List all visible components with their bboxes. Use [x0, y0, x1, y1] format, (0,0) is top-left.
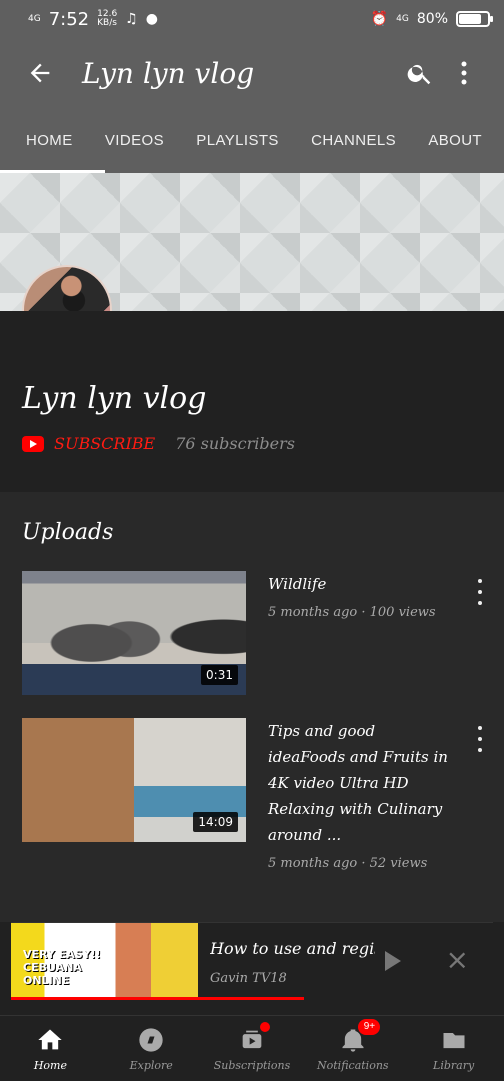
video-thumbnail[interactable]: 0:31 [22, 571, 246, 695]
channel-name: Lyn lyn vlog [22, 381, 207, 416]
battery-percent: 80% [416, 11, 448, 27]
right-network-indicator: 4G [396, 13, 409, 24]
video-meta: Wildlife 5 months ago · 100 views [268, 571, 453, 620]
more-dot-icon [478, 601, 482, 605]
video-duration: 0:31 [201, 665, 238, 685]
video-list-item[interactable]: 0:31 Wildlife 5 months ago · 100 views [22, 571, 492, 695]
youtube-icon [22, 435, 44, 452]
data-speed: 12.6 KB/s [97, 9, 118, 28]
subscriptions-badge [259, 1022, 270, 1032]
network-indicator: 4G [28, 13, 41, 24]
tab-playlists[interactable]: PLAYLISTS [196, 108, 279, 173]
close-icon[interactable]: × [446, 943, 469, 976]
video-more-button[interactable] [472, 579, 488, 605]
tab-channels[interactable]: CHANNELS [311, 108, 396, 173]
battery-icon [456, 11, 493, 27]
page-title: Lyn lyn vlog [82, 56, 255, 90]
nav-home[interactable]: Home [0, 1016, 101, 1081]
more-options-button[interactable] [442, 51, 486, 95]
music-icon: ♫ [125, 11, 138, 27]
mini-player-title[interactable]: How to use and register.. [210, 939, 375, 958]
play-icon[interactable] [385, 951, 401, 971]
search-button[interactable] [398, 51, 442, 95]
video-thumbnail[interactable]: 14:09 [22, 718, 246, 842]
subscriber-count: 76 subscribers [175, 434, 295, 453]
back-arrow-icon [30, 63, 50, 83]
alarm-icon: ⏰ [370, 11, 389, 27]
mini-player-thumbnail[interactable]: VERY EASY!! CEBUANA ONLINE [11, 923, 198, 999]
back-button[interactable] [18, 51, 62, 95]
nav-label: Subscriptions [213, 1059, 291, 1072]
uploads-heading: Uploads [22, 520, 114, 545]
video-stats: 5 months ago · 52 views [268, 856, 428, 871]
tab-about[interactable]: ABOUT [428, 108, 482, 173]
bottom-navigation: Home Explore Subscriptions 9+ Notificati… [0, 1015, 504, 1080]
status-right: ⏰ 4G 80% [370, 11, 493, 27]
notifications-badge: 9+ [358, 1019, 381, 1035]
nav-notifications[interactable]: 9+ Notifications [302, 1016, 403, 1081]
toolbar: Lyn lyn vlog [0, 38, 504, 108]
more-dot-icon [478, 748, 482, 752]
tab-home[interactable]: HOME [0, 108, 104, 173]
channel-header: Lyn lyn vlog HOME VIDEOS PLAYLISTS CHANN… [0, 38, 504, 173]
more-vertical-icon [461, 61, 467, 85]
uploads-section: Uploads 0:31 Wildlife 5 months ago · 100… [0, 492, 504, 922]
channel-info: Lyn lyn vlog SUBSCRIBE 76 subscribers [0, 311, 504, 491]
subscribe-button[interactable]: SUBSCRIBE [54, 434, 155, 453]
video-list-item[interactable]: 14:09 Tips and good ideaFoods and Fruits… [22, 718, 492, 871]
home-icon [36, 1025, 64, 1055]
nav-library[interactable]: Library [403, 1016, 504, 1081]
more-dot-icon [478, 726, 482, 730]
status-bar: 4G 7:52 12.6 KB/s ♫ ● ⏰ 4G 80% [0, 0, 504, 38]
mini-player-channel: Gavin TV18 [210, 971, 287, 986]
nav-subscriptions[interactable]: Subscriptions [202, 1016, 303, 1081]
video-title[interactable]: Wildlife [268, 571, 453, 597]
search-icon [407, 64, 431, 85]
battery-fill [459, 14, 482, 24]
video-more-button[interactable] [472, 726, 488, 752]
more-dot-icon [478, 579, 482, 583]
message-icon: ● [145, 11, 158, 27]
status-time: 7:52 [48, 8, 90, 30]
nav-label: Notifications [317, 1059, 389, 1072]
mini-player[interactable]: VERY EASY!! CEBUANA ONLINE How to use an… [11, 922, 493, 1000]
nav-explore[interactable]: Explore [101, 1016, 202, 1081]
library-icon [440, 1025, 468, 1055]
tab-videos[interactable]: VIDEOS [105, 108, 164, 173]
more-dot-icon [478, 590, 482, 594]
status-left: 4G 7:52 12.6 KB/s ♫ ● [28, 9, 158, 30]
video-title[interactable]: Tips and good ideaFoods and Fruits in 4K… [268, 718, 453, 848]
nav-label: Explore [129, 1059, 173, 1072]
subscribe-row: SUBSCRIBE 76 subscribers [22, 434, 295, 453]
mini-player-thumbnail-text: VERY EASY!! CEBUANA ONLINE [23, 948, 101, 987]
compass-icon [137, 1025, 165, 1055]
nav-label: Home [33, 1059, 67, 1072]
more-dot-icon [478, 737, 482, 741]
video-duration: 14:09 [193, 812, 238, 832]
video-stats: 5 months ago · 100 views [268, 605, 436, 620]
video-meta: Tips and good ideaFoods and Fruits in 4K… [268, 718, 453, 871]
playback-progress [11, 997, 304, 1000]
nav-label: Library [433, 1059, 475, 1072]
channel-tabs: HOME VIDEOS PLAYLISTS CHANNELS ABOUT [0, 108, 504, 173]
